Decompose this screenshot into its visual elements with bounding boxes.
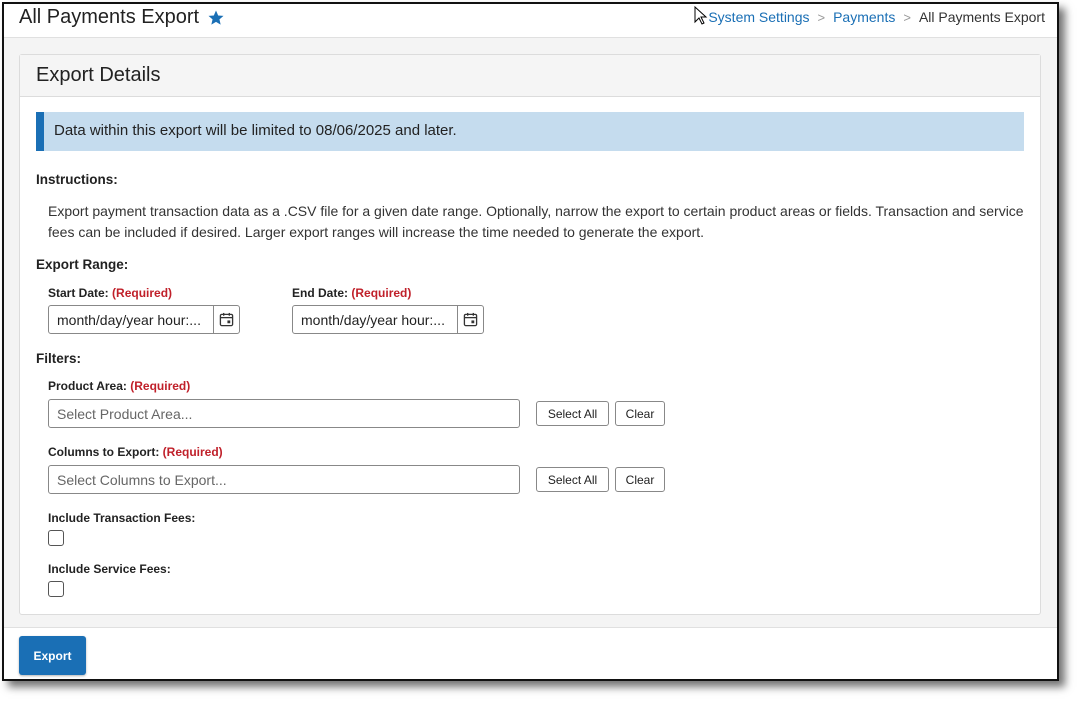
calendar-icon[interactable] (219, 312, 234, 327)
end-date-label-text: End Date: (292, 286, 349, 300)
start-date-input[interactable]: month/day/year hour:... (48, 305, 240, 334)
columns-label-text: Columns to Export: (48, 445, 160, 459)
product-area-clear-button[interactable]: Clear (615, 401, 665, 426)
export-button[interactable]: Export (19, 636, 86, 675)
start-date-placeholder[interactable]: month/day/year hour:... (49, 306, 213, 333)
required-tag: (Required) (351, 286, 412, 300)
columns-clear-button[interactable]: Clear (615, 467, 665, 492)
breadcrumb-payments[interactable]: Payments (833, 9, 895, 25)
star-icon[interactable] (207, 9, 225, 27)
info-alert: Data within this export will be limited … (36, 112, 1024, 151)
required-tag: (Required) (162, 445, 223, 459)
transaction-fees-checkbox[interactable] (48, 530, 64, 546)
breadcrumb-system-settings[interactable]: System Settings (708, 9, 809, 25)
columns-label: Columns to Export: (Required) (48, 445, 223, 459)
product-area-label: Product Area: (Required) (48, 379, 190, 393)
required-tag: (Required) (112, 286, 173, 300)
export-range-label: Export Range: (36, 257, 129, 272)
chevron-right-icon: > (817, 9, 826, 25)
required-tag: (Required) (130, 379, 191, 393)
service-fees-checkbox[interactable] (48, 581, 64, 597)
instructions-label: Instructions: (36, 172, 118, 187)
end-date-label: End Date: (Required) (292, 286, 411, 300)
start-date-label: Start Date: (Required) (48, 286, 172, 300)
breadcrumb-current: All Payments Export (918, 9, 1045, 25)
columns-input[interactable]: Select Columns to Export... (48, 465, 520, 494)
page-title-text: All Payments Export (19, 6, 200, 28)
transaction-fees-label: Include Transaction Fees: (48, 511, 196, 525)
end-date-placeholder[interactable]: month/day/year hour:... (293, 306, 457, 333)
start-date-label-text: Start Date: (48, 286, 109, 300)
page-header: All Payments Export System Settings > Pa… (4, 4, 1057, 38)
product-area-input[interactable]: Select Product Area... (48, 399, 520, 428)
breadcrumb: System Settings > Payments > All Payment… (708, 9, 1045, 25)
chevron-right-icon: > (903, 9, 911, 25)
app-window: All Payments Export System Settings > Pa… (2, 2, 1059, 681)
end-date-calendar-button[interactable] (457, 306, 483, 333)
footer-bar: Export (4, 627, 1057, 679)
end-date-input[interactable]: month/day/year hour:... (292, 305, 484, 334)
page-title: All Payments Export (19, 6, 225, 29)
cursor-icon (694, 6, 708, 25)
product-area-label-text: Product Area: (48, 379, 127, 393)
export-details-card: Export Details Data within this export w… (19, 54, 1041, 615)
calendar-icon[interactable] (463, 312, 478, 327)
product-area-select-all-button[interactable]: Select All (536, 401, 609, 426)
filters-label: Filters: (36, 351, 82, 366)
instructions-text: Export payment transaction data as a .CS… (48, 203, 1024, 240)
service-fees-label: Include Service Fees: (48, 562, 171, 576)
columns-select-all-button[interactable]: Select All (536, 467, 609, 492)
card-title: Export Details (20, 55, 1040, 97)
start-date-calendar-button[interactable] (213, 306, 239, 333)
content-area: Export Details Data within this export w… (4, 38, 1057, 627)
